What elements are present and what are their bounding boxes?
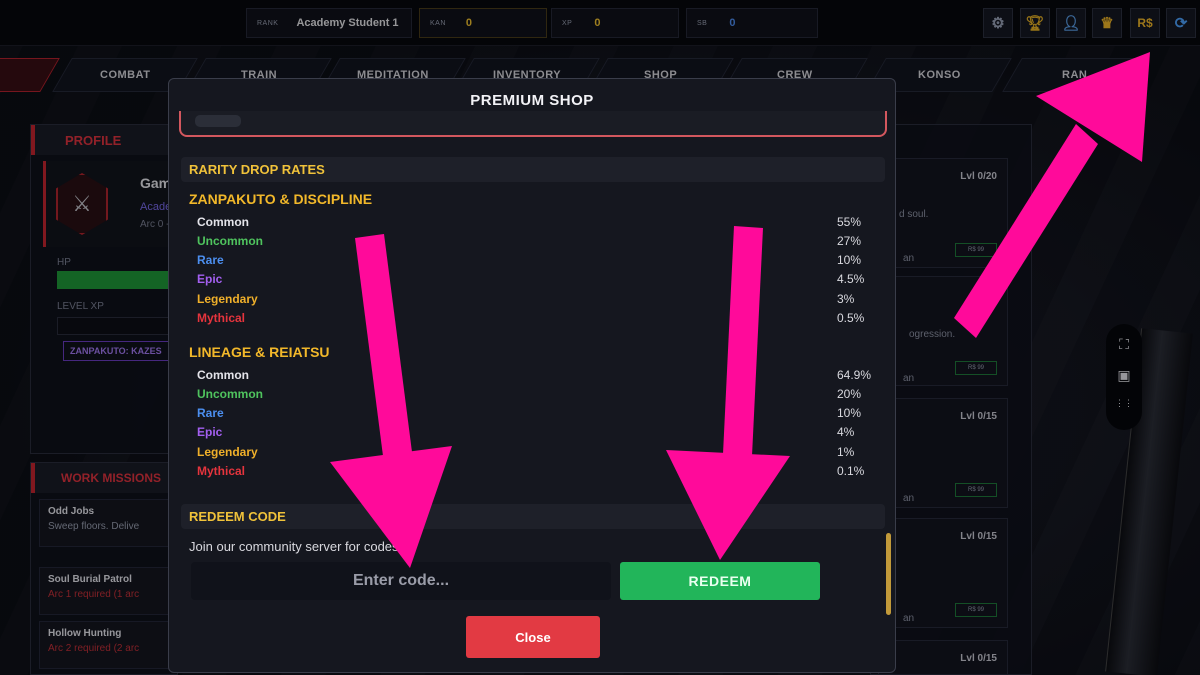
rate-row: Legendary 3% bbox=[197, 289, 889, 308]
rate-row: Epic 4.5% bbox=[197, 269, 889, 288]
rarity-percent: 3% bbox=[837, 291, 855, 306]
rarity-name: Legendary bbox=[197, 291, 258, 306]
redeem-button[interactable]: REDEEM bbox=[620, 562, 820, 600]
rarity-name: Mythical bbox=[197, 463, 246, 478]
rarity-percent: 4% bbox=[837, 424, 855, 439]
rarity-header: RARITY DROP RATES bbox=[181, 157, 885, 182]
rarity-percent: 1% bbox=[837, 444, 855, 459]
rarity-name: Uncommon bbox=[197, 386, 263, 401]
rate-row: Common 55% bbox=[197, 212, 889, 231]
rate-row: Rare 10% bbox=[197, 403, 889, 422]
previous-item-pill bbox=[195, 115, 241, 127]
rarity-name: Common bbox=[197, 214, 249, 229]
rate-row: Rare 10% bbox=[197, 250, 889, 269]
lineage-group-title: LINEAGE & REIATSU bbox=[189, 344, 330, 360]
redeem-header: REDEEM CODE bbox=[181, 504, 885, 529]
rarity-percent: 55% bbox=[837, 214, 862, 229]
rate-row: Uncommon 27% bbox=[197, 231, 889, 250]
rarity-percent: 4.5% bbox=[837, 271, 865, 286]
rate-row: Mythical 0.5% bbox=[197, 308, 889, 327]
rarity-name: Rare bbox=[197, 405, 224, 420]
rarity-percent: 0.5% bbox=[837, 310, 865, 325]
rarity-name: Rare bbox=[197, 252, 224, 267]
modal-scrollbar[interactable] bbox=[886, 533, 891, 615]
rarity-percent: 10% bbox=[837, 405, 862, 420]
rarity-name: Epic bbox=[197, 271, 223, 286]
rarity-name: Common bbox=[197, 367, 249, 382]
rate-row: Epic 4% bbox=[197, 422, 889, 441]
rate-row: Common 64.9% bbox=[197, 365, 889, 384]
rarity-percent: 10% bbox=[837, 252, 862, 267]
rarity-percent: 27% bbox=[837, 233, 862, 248]
previous-item-card bbox=[179, 111, 887, 137]
rarity-name: Legendary bbox=[197, 444, 258, 459]
rarity-name: Uncommon bbox=[197, 233, 263, 248]
redeem-code-input[interactable] bbox=[191, 562, 611, 600]
rate-row: Legendary 1% bbox=[197, 442, 889, 461]
rate-row: Uncommon 20% bbox=[197, 384, 889, 403]
rarity-name: Epic bbox=[197, 424, 223, 439]
close-button[interactable]: Close bbox=[466, 616, 600, 658]
rarity-percent: 0.1% bbox=[837, 463, 865, 478]
rate-row: Mythical 0.1% bbox=[197, 461, 889, 480]
zanpakuto-group-title: ZANPAKUTO & DISCIPLINE bbox=[189, 191, 373, 207]
rarity-percent: 20% bbox=[837, 386, 862, 401]
redeem-instructions: Join our community server for codes! bbox=[189, 539, 403, 554]
rarity-name: Mythical bbox=[197, 310, 246, 325]
rarity-percent: 64.9% bbox=[837, 367, 872, 382]
premium-shop-modal: PREMIUM SHOP RARITY DROP RATES ZANPAKUTO… bbox=[168, 78, 896, 673]
